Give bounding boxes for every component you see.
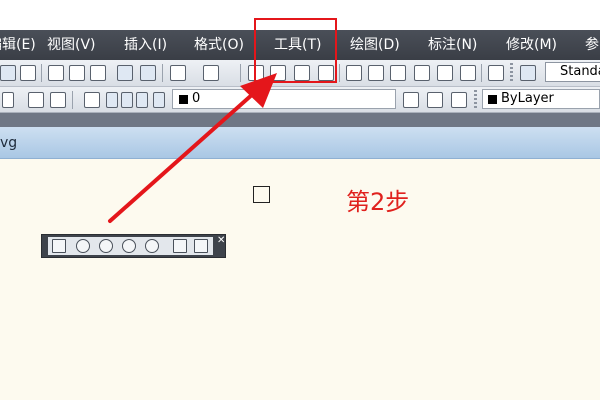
- annotation-arrow-icon: [108, 73, 277, 223]
